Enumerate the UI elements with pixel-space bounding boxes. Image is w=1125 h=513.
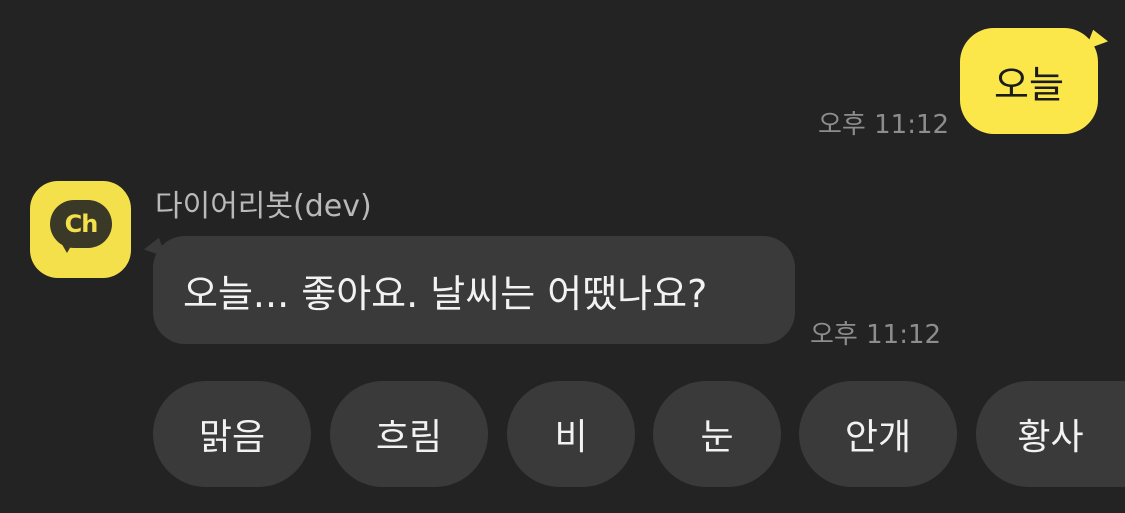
- quick-reply-bar: 맑음 흐림 비 눈 안개 황사: [153, 381, 1125, 487]
- chat-view: 오늘 오후 11:12 Ch 다이어리봇(dev) 오늘... 좋아요. 날씨는…: [0, 0, 1125, 513]
- quick-reply-button[interactable]: 눈: [653, 381, 781, 487]
- outgoing-message-bubble[interactable]: 오늘: [960, 28, 1098, 134]
- quick-reply-button[interactable]: 흐림: [330, 381, 488, 487]
- quick-reply-button[interactable]: 안개: [799, 381, 957, 487]
- quick-reply-button[interactable]: 비: [507, 381, 635, 487]
- incoming-message-text: 오늘... 좋아요. 날씨는 어땠나요?: [183, 271, 708, 316]
- outgoing-message-time: 오후 11:12: [818, 110, 950, 140]
- avatar-label: Ch: [64, 210, 99, 238]
- quick-reply-button[interactable]: 황사: [976, 381, 1125, 487]
- sender-name: 다이어리봇(dev): [155, 189, 372, 224]
- incoming-message-time: 오후 11:12: [810, 320, 942, 350]
- incoming-message-bubble[interactable]: 오늘... 좋아요. 날씨는 어땠나요?: [153, 236, 795, 344]
- quick-reply-button[interactable]: 맑음: [153, 381, 311, 487]
- outgoing-message-text: 오늘: [994, 62, 1064, 107]
- channel-chat-icon-tail: [60, 241, 74, 253]
- bot-avatar[interactable]: Ch: [30, 181, 131, 278]
